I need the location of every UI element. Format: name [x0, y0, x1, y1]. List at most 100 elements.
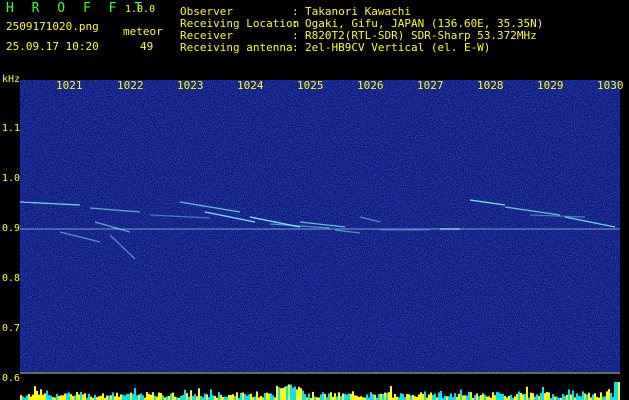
x-tick-1030: 1030	[597, 79, 624, 92]
level-bar	[228, 395, 230, 400]
y-tick-0.9: 0.9	[2, 223, 21, 234]
level-bar	[344, 393, 346, 400]
spectrogram	[19, 80, 620, 400]
level-bar	[220, 394, 222, 400]
level-bar	[124, 395, 126, 400]
meteor-count: 49	[140, 40, 154, 53]
level-bar	[616, 382, 618, 400]
level-bar	[526, 386, 528, 400]
level-bar	[290, 384, 292, 400]
level-bar	[386, 392, 388, 400]
level-bar	[76, 391, 78, 400]
level-bar	[90, 396, 92, 400]
level-bar	[462, 395, 464, 400]
level-bar	[304, 394, 306, 400]
level-bar	[78, 394, 80, 400]
level-bar	[170, 393, 172, 400]
level-bar	[454, 393, 456, 400]
level-bar	[100, 395, 102, 400]
level-bar	[342, 393, 344, 400]
level-bar	[286, 385, 288, 400]
level-bar	[68, 392, 70, 400]
level-bar	[532, 393, 534, 400]
level-bar	[22, 396, 24, 400]
level-bar	[346, 394, 348, 400]
level-bar	[126, 394, 128, 400]
level-bar	[508, 395, 510, 400]
y-tick-0.8: 0.8	[2, 273, 21, 284]
level-bar	[390, 386, 392, 400]
level-bar	[276, 385, 278, 400]
level-bar	[138, 394, 140, 400]
level-bar	[134, 388, 136, 400]
level-bar	[192, 396, 194, 400]
level-bar	[312, 391, 314, 400]
level-bar	[570, 394, 572, 400]
level-bar	[62, 395, 64, 400]
level-bar	[614, 382, 616, 400]
level-bar	[464, 395, 466, 400]
level-bar	[64, 393, 66, 400]
level-bar	[182, 395, 184, 400]
level-bar	[292, 387, 294, 400]
level-bar	[168, 396, 170, 400]
level-bar	[572, 390, 574, 400]
level-bar	[480, 395, 482, 400]
level-bar	[606, 391, 608, 400]
level-bar	[474, 395, 476, 400]
level-bar	[448, 396, 450, 400]
level-bar	[44, 393, 46, 400]
level-bar	[212, 395, 214, 400]
level-bar	[110, 395, 112, 400]
level-bar	[160, 393, 162, 400]
x-tick-1025: 1025	[297, 79, 324, 92]
level-bar	[540, 392, 542, 400]
level-bar	[254, 396, 256, 400]
level-bar	[152, 392, 154, 400]
level-bar	[50, 395, 52, 400]
header: H R O F F T 1.0.0 2509171020.png meteor …	[0, 0, 629, 72]
level-bar	[60, 395, 62, 400]
level-bar	[352, 391, 354, 400]
level-bar	[218, 392, 220, 400]
level-bar	[536, 394, 538, 400]
level-bar	[378, 394, 380, 400]
level-bar	[26, 395, 28, 400]
level-bar	[592, 394, 594, 400]
level-bar	[408, 394, 410, 400]
x-tick-1026: 1026	[357, 79, 384, 92]
level-bar	[40, 389, 42, 400]
level-bar	[94, 394, 96, 400]
datetime: 25.09.17 10:20	[6, 40, 99, 53]
level-bar	[470, 392, 472, 400]
level-bar	[36, 390, 38, 400]
level-bar	[84, 393, 86, 400]
level-bar	[280, 388, 282, 400]
level-bar	[174, 396, 176, 400]
level-bar	[424, 391, 426, 400]
level-bar	[434, 393, 436, 400]
x-tick-1024: 1024	[237, 79, 264, 92]
level-bar	[248, 394, 250, 400]
level-bar	[330, 392, 332, 400]
level-bar	[196, 396, 198, 400]
level-bar	[116, 392, 118, 400]
level-bar	[412, 394, 414, 400]
level-bar	[374, 394, 376, 400]
level-bar	[146, 392, 148, 400]
level-bar	[514, 396, 516, 400]
level-bar	[204, 393, 206, 400]
level-bar	[414, 396, 416, 400]
level-bar	[230, 395, 232, 400]
level-bar	[20, 395, 22, 400]
level-bar	[158, 392, 160, 400]
level-bar	[500, 393, 502, 400]
level-bar	[56, 393, 58, 400]
level-bar	[554, 396, 556, 400]
level-bar	[546, 391, 548, 400]
level-bar	[322, 392, 324, 400]
level-bar	[28, 394, 30, 400]
level-bar	[538, 395, 540, 400]
level-bar	[422, 394, 424, 400]
level-bar	[428, 394, 430, 400]
